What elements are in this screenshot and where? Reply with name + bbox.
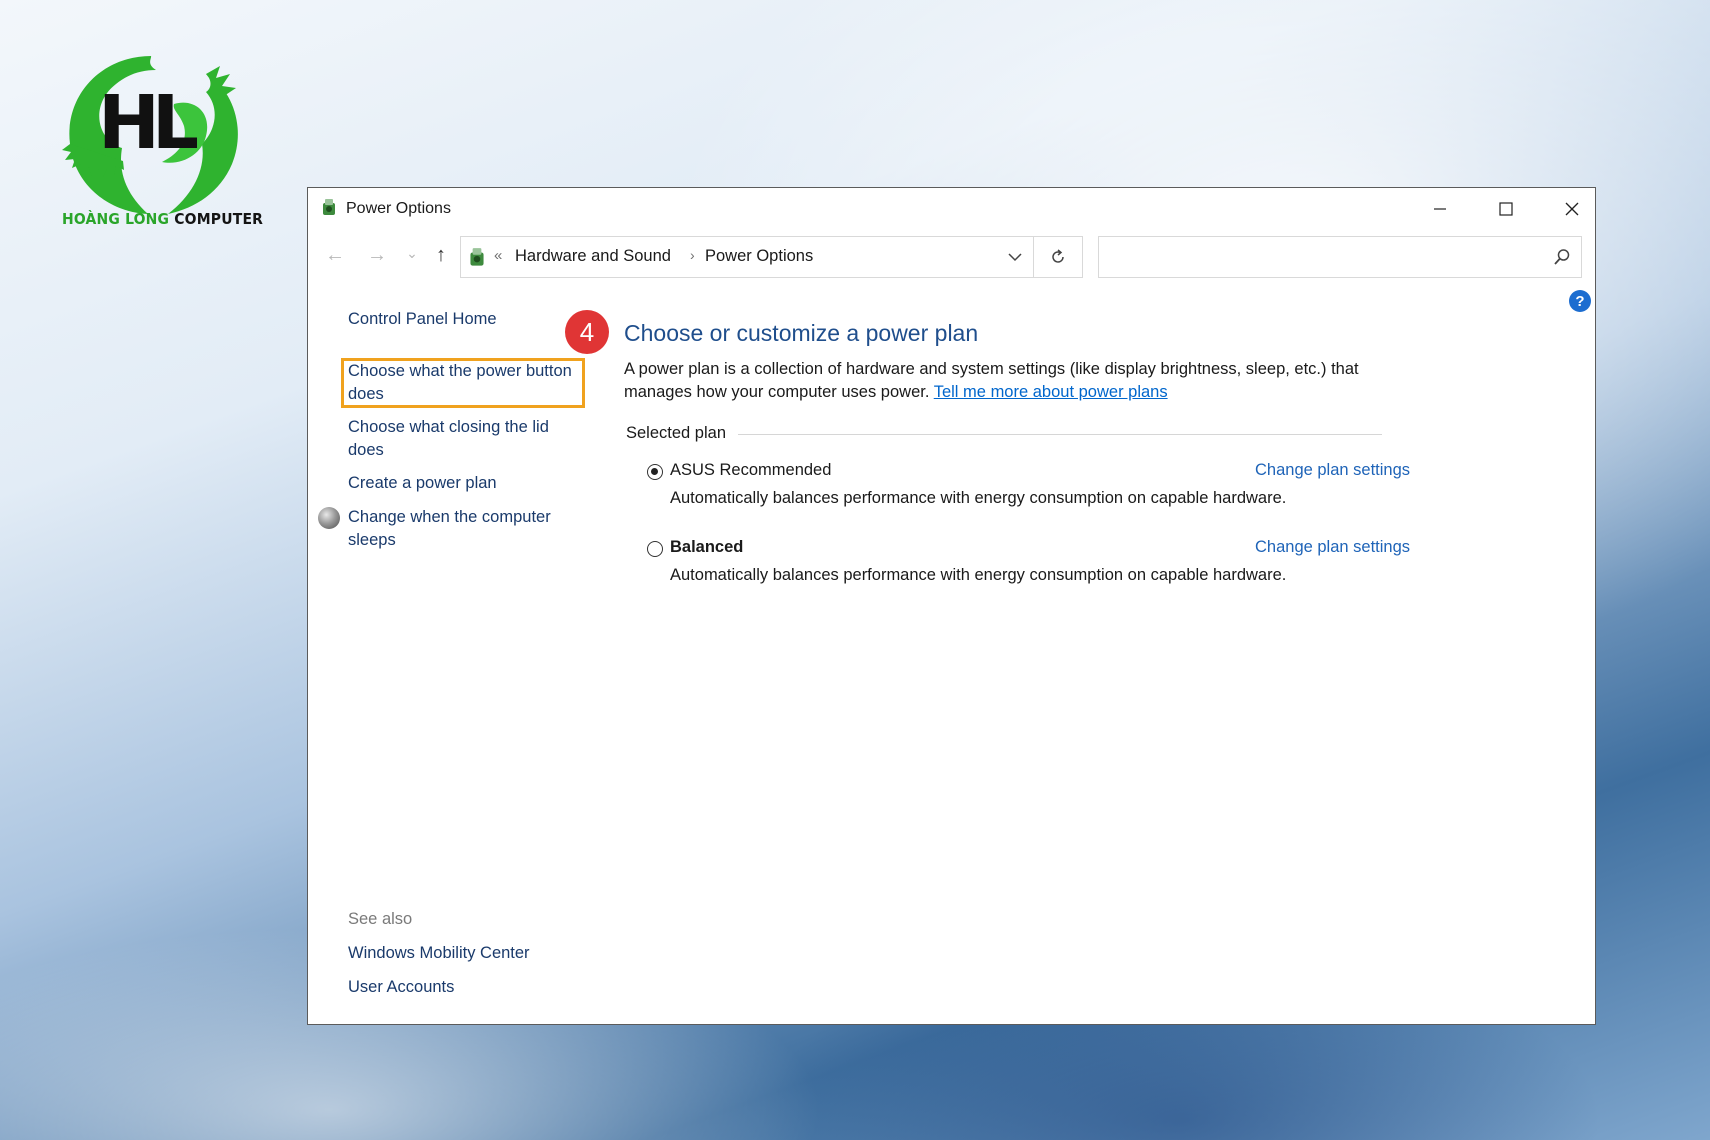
plan-description-asus: Automatically balances performance with …: [670, 489, 1287, 507]
title-bar[interactable]: Power Options: [308, 188, 1595, 230]
sleep-moon-icon: [318, 507, 340, 529]
breadcrumb-chevron-icon[interactable]: ›: [690, 247, 695, 263]
address-dropdown-icon[interactable]: [1005, 247, 1025, 267]
help-button[interactable]: ?: [1569, 290, 1591, 312]
control-panel-home-link[interactable]: Control Panel Home: [348, 308, 497, 331]
search-box[interactable]: [1098, 236, 1582, 278]
breadcrumb-overflow-icon[interactable]: «: [494, 247, 502, 264]
address-bar[interactable]: « Hardware and Sound › Power Options: [460, 236, 1034, 278]
recent-locations-chevron-icon[interactable]: ⌄: [400, 241, 424, 265]
search-icon[interactable]: [1553, 248, 1571, 266]
create-power-plan-link[interactable]: Create a power plan: [348, 472, 497, 495]
windows-mobility-center-link[interactable]: Windows Mobility Center: [348, 942, 530, 965]
breadcrumb-power-options[interactable]: Power Options: [705, 247, 813, 266]
selected-plan-divider: [738, 434, 1382, 435]
logo-text: HOÀNG LONG COMPUTER: [62, 210, 263, 228]
breadcrumb-hardware-and-sound[interactable]: Hardware and Sound: [515, 247, 671, 266]
see-also-label: See also: [348, 910, 413, 928]
plan-name-balanced[interactable]: Balanced: [670, 538, 743, 557]
maximize-button[interactable]: [1473, 188, 1539, 230]
change-plan-settings-link-asus[interactable]: Change plan settings: [1255, 461, 1410, 480]
computer-sleeps-link[interactable]: Change when the computer sleeps: [348, 506, 578, 552]
power-button-link[interactable]: Choose what the power button does: [348, 360, 584, 406]
plan-description-balanced: Automatically balances performance with …: [670, 566, 1287, 584]
selected-plan-label: Selected plan: [626, 424, 726, 442]
plan-name-asus-recommended[interactable]: ASUS Recommended: [670, 461, 831, 480]
search-input[interactable]: [1107, 245, 1531, 271]
refresh-icon: [1052, 249, 1064, 263]
logo-text-computer: COMPUTER: [174, 210, 264, 228]
forward-arrow-icon[interactable]: →: [365, 243, 389, 267]
brand-logo: HL: [56, 44, 246, 234]
logo-text-hoang-long: HOÀNG LONG: [62, 210, 170, 228]
maximize-icon: [1499, 202, 1513, 216]
power-options-icon: [323, 199, 335, 215]
change-plan-settings-link-balanced[interactable]: Change plan settings: [1255, 538, 1410, 557]
closing-lid-link[interactable]: Choose what closing the lid does: [348, 416, 578, 462]
user-accounts-link[interactable]: User Accounts: [348, 976, 454, 999]
logo-monogram: HL: [98, 80, 199, 166]
plan-radio-asus-recommended[interactable]: [647, 464, 663, 480]
refresh-button[interactable]: [1033, 236, 1083, 278]
control-panel-icon: [470, 248, 484, 266]
close-icon: [1565, 202, 1579, 216]
minimize-button[interactable]: [1407, 188, 1473, 230]
power-options-window: Power Options ← → ⌄ ↑ « Hardware and Sou…: [307, 187, 1596, 1025]
page-title: Choose or customize a power plan: [624, 320, 979, 346]
up-arrow-icon[interactable]: ↑: [429, 243, 453, 267]
plan-radio-balanced[interactable]: [647, 541, 663, 557]
power-plans-help-link[interactable]: Tell me more about power plans: [934, 383, 1168, 401]
window-title: Power Options: [346, 200, 451, 217]
close-button[interactable]: [1539, 188, 1605, 230]
minimize-icon: [1434, 208, 1446, 210]
page-description: A power plan is a collection of hardware…: [624, 358, 1384, 404]
step-number-badge: 4: [565, 310, 609, 354]
back-arrow-icon[interactable]: ←: [323, 243, 347, 267]
